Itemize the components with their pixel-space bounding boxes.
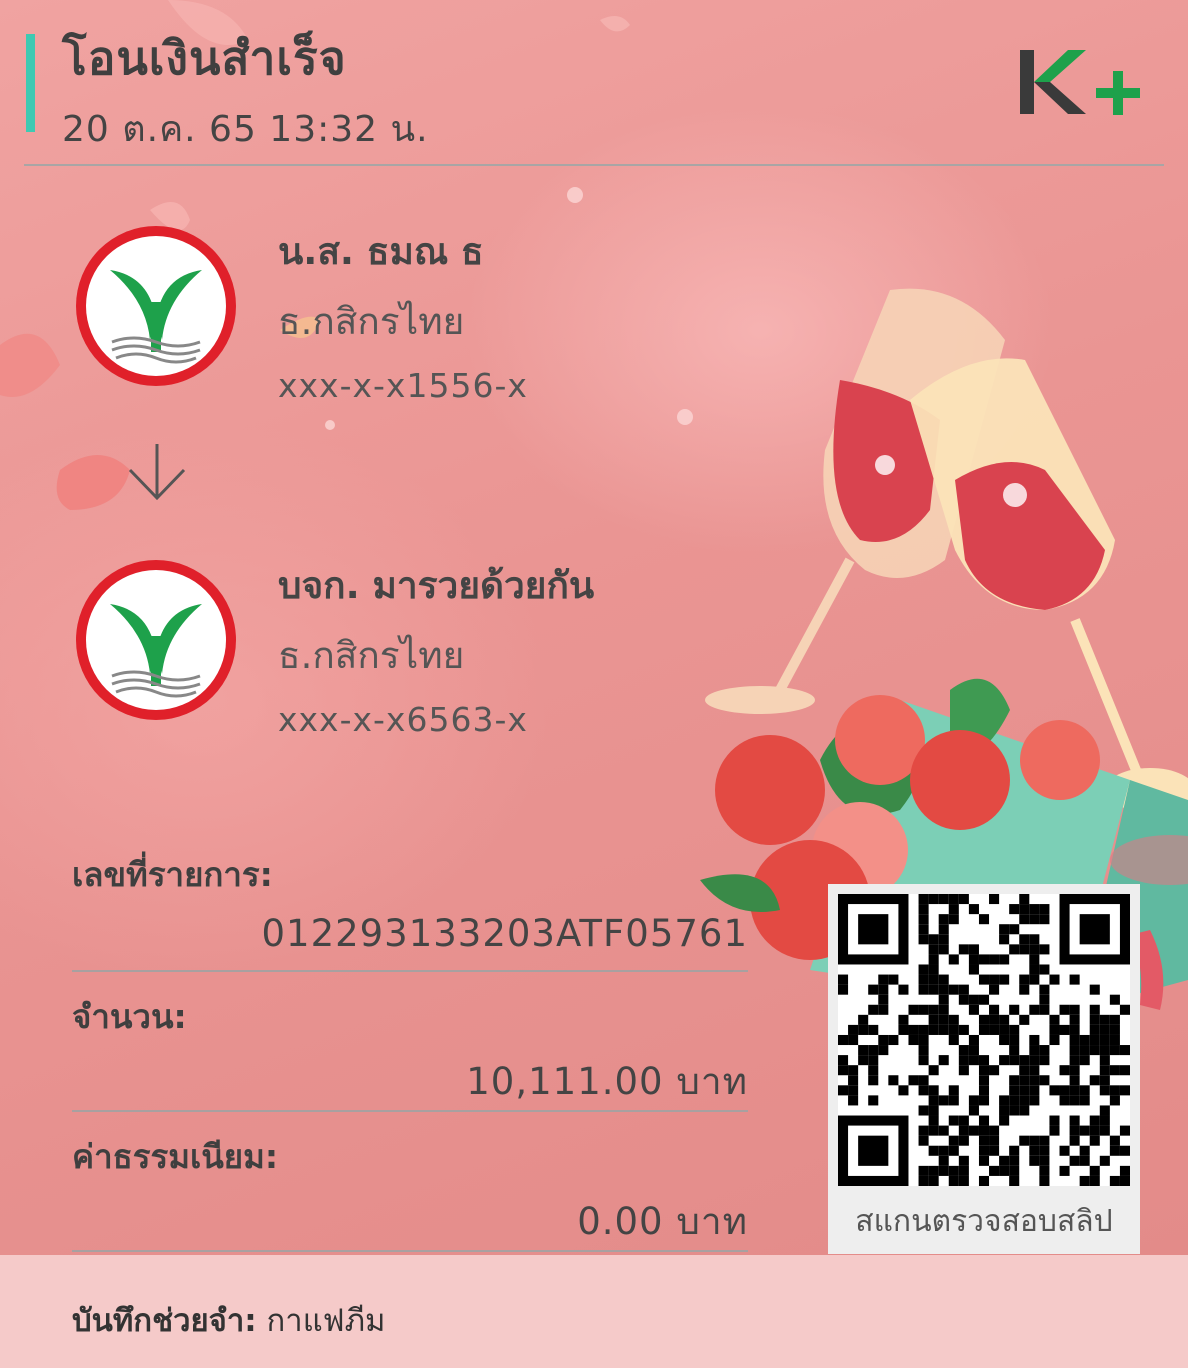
kplus-logo — [1020, 50, 1140, 115]
amount-label: จำนวน: — [72, 997, 187, 1036]
receiver-name: บจก. มารวยด้วยกัน — [278, 564, 595, 607]
arrow-down-icon — [128, 444, 186, 501]
receiver-bank: ธ.กสิกรไทย — [278, 634, 465, 677]
receiver-account: xxx-x-x6563-x — [278, 700, 528, 739]
page-title: โอนเงินสำเร็จ — [62, 31, 347, 85]
header-divider — [24, 164, 1164, 166]
memo-label: บันทึกช่วยจำ: — [72, 1303, 257, 1339]
sender-bank: ธ.กสิกรไทย — [278, 300, 465, 343]
sender-account: xxx-x-x1556-x — [278, 366, 528, 405]
kbank-logo-icon — [76, 226, 236, 386]
qr-code-icon — [838, 894, 1130, 1186]
reference-label: เลขที่รายการ: — [72, 855, 273, 894]
transfer-datetime: 20 ต.ค. 65 13:32 น. — [62, 109, 429, 150]
verification-qr[interactable]: สแกนตรวจสอบสลิป — [828, 884, 1140, 1254]
sender-name: น.ส. ธมณ ธ — [278, 230, 484, 273]
reference-number: 012293133203ATF05761 — [261, 912, 748, 955]
divider — [72, 1250, 748, 1252]
divider — [72, 1110, 748, 1112]
divider — [72, 970, 748, 972]
memo-value: กาแฟภีม — [266, 1303, 386, 1339]
title-accent-bar — [26, 34, 35, 132]
qr-caption: สแกนตรวจสอบสลิป — [855, 1204, 1113, 1239]
amount-value: 10,111.00 บาท — [466, 1060, 748, 1103]
memo-line: บันทึกช่วยจำ: กาแฟภีม — [72, 1295, 386, 1345]
kbank-logo-icon — [76, 560, 236, 720]
fee-value: 0.00 บาท — [577, 1200, 748, 1243]
fee-label: ค่าธรรมเนียม: — [72, 1137, 279, 1176]
memo-footer: บันทึกช่วยจำ: กาแฟภีม — [0, 1255, 1188, 1368]
